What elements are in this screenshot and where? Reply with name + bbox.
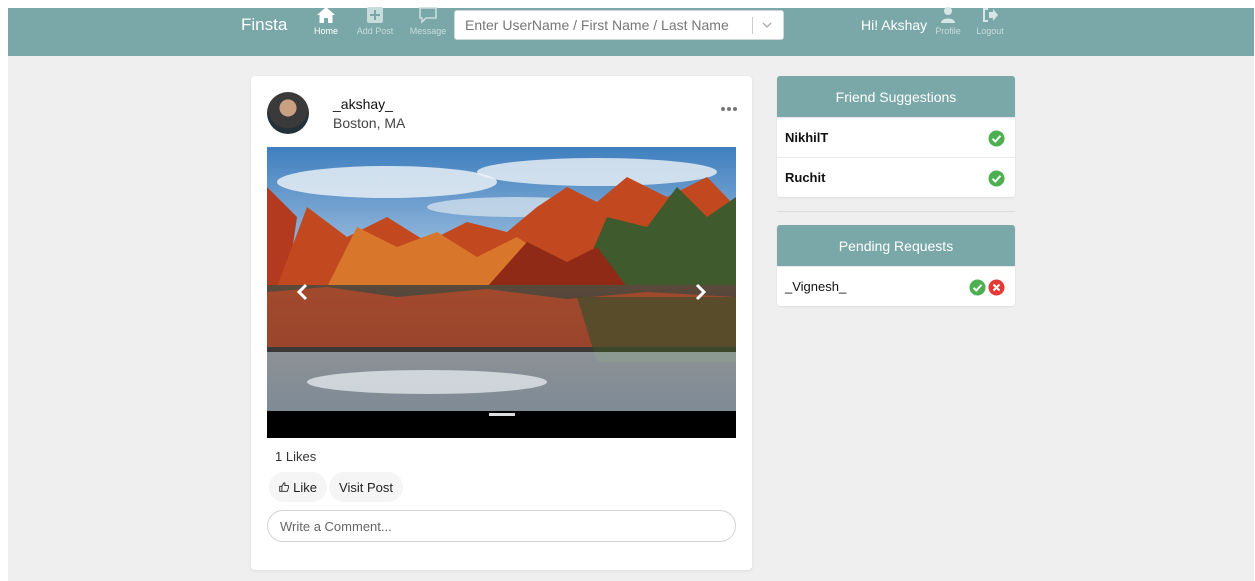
carousel-next-arrow[interactable] — [694, 283, 708, 301]
user-greeting: Hi! Akshay — [861, 17, 928, 33]
add-friend-check-icon[interactable] — [988, 170, 1005, 192]
visit-post-button[interactable]: Visit Post — [329, 472, 403, 502]
post-username[interactable]: _akshay_ — [333, 96, 393, 112]
nav-logout[interactable]: Logout — [970, 6, 1010, 36]
nav-message[interactable]: Message — [408, 6, 448, 36]
suggestion-name[interactable]: Ruchit — [785, 170, 825, 185]
post-image — [267, 147, 736, 411]
pending-request-name[interactable]: _Vignesh_ — [785, 279, 846, 294]
pending-request-row: _Vignesh_ — [777, 266, 1015, 306]
visit-post-label: Visit Post — [339, 479, 393, 495]
friend-suggestions-title: Friend Suggestions — [777, 76, 1015, 117]
message-icon — [419, 7, 437, 24]
comment-input[interactable] — [267, 510, 736, 542]
panel-divider — [777, 211, 1015, 212]
post-location: Boston, MA — [333, 115, 406, 131]
pending-requests-panel: Pending Requests _Vignesh_ — [777, 225, 1015, 306]
likes-count: 1 Likes — [275, 449, 317, 464]
nav-profile-label: Profile — [935, 26, 961, 36]
logout-icon — [983, 8, 998, 22]
search-separator — [752, 17, 753, 34]
nav-add-post-label: Add Post — [356, 26, 394, 36]
carousel-prev-arrow[interactable] — [295, 283, 309, 301]
home-icon — [317, 7, 335, 23]
carousel-indicator[interactable] — [489, 413, 515, 416]
nav-profile[interactable]: Profile — [928, 6, 968, 36]
like-button[interactable]: Like — [269, 472, 327, 502]
post-author-avatar[interactable] — [267, 92, 309, 134]
user-search[interactable] — [454, 10, 784, 40]
nav-message-label: Message — [409, 26, 447, 36]
like-button-label: Like — [293, 479, 317, 495]
accept-request-check-icon[interactable] — [969, 279, 986, 301]
post-image-carousel[interactable] — [267, 147, 736, 438]
nav-home-label: Home — [313, 26, 338, 36]
nav-add-post[interactable]: Add Post — [355, 6, 395, 36]
friend-suggestions-panel: Friend Suggestions NikhilT Ruchit — [777, 76, 1015, 197]
suggestion-row: Ruchit — [777, 157, 1015, 197]
brand-logo[interactable]: Finsta — [241, 15, 287, 35]
nav-logout-label: Logout — [976, 26, 1004, 36]
user-icon — [941, 7, 955, 23]
thumbs-up-icon — [279, 482, 290, 492]
nav-home[interactable]: Home — [306, 6, 346, 36]
reject-request-x-icon[interactable] — [988, 279, 1005, 301]
search-input[interactable] — [455, 11, 751, 39]
suggestion-name[interactable]: NikhilT — [785, 130, 828, 145]
chevron-down-icon[interactable] — [761, 19, 773, 31]
plus-square-icon — [367, 7, 383, 23]
add-friend-check-icon[interactable] — [988, 130, 1005, 152]
pending-requests-title: Pending Requests — [777, 225, 1015, 266]
post-card: _akshay_ Boston, MA 1 Likes Like Visit P… — [251, 76, 752, 570]
suggestion-row: NikhilT — [777, 117, 1015, 157]
more-options-icon[interactable] — [720, 106, 738, 112]
